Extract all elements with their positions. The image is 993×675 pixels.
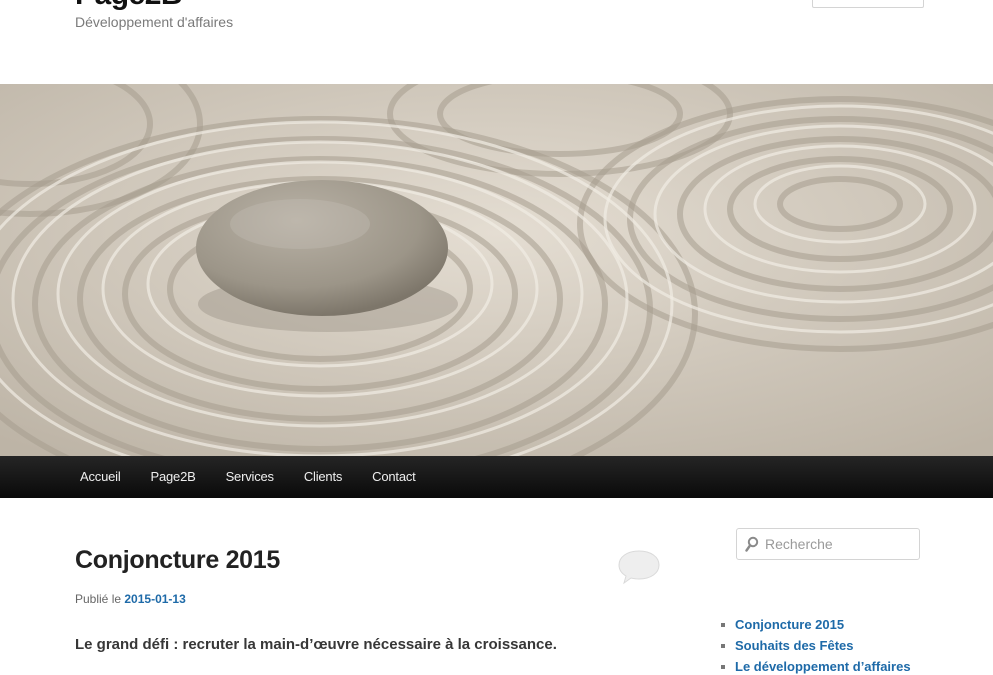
recent-post-link[interactable]: Conjoncture 2015 xyxy=(735,614,844,635)
search-placeholder: Recherche xyxy=(765,536,833,552)
list-item: Conjoncture 2015 xyxy=(721,614,911,635)
site-description: Développement d'affaires xyxy=(75,14,234,30)
zen-garden-illustration xyxy=(0,84,993,456)
post-title[interactable]: Conjoncture 2015 xyxy=(75,546,280,575)
site-title[interactable]: Page2B xyxy=(75,0,183,12)
post-meta: Publié le 2015-01-13 xyxy=(75,592,186,606)
sidebar-search-input[interactable]: Recherche xyxy=(736,528,920,560)
bullet-icon xyxy=(721,643,725,648)
nav-item-clients[interactable]: Clients xyxy=(289,456,357,498)
nav-item-services[interactable]: Services xyxy=(211,456,289,498)
post-meta-prefix: Publié le xyxy=(75,592,122,606)
header-search-input[interactable] xyxy=(812,0,924,8)
nav-item-accueil[interactable]: Accueil xyxy=(65,456,136,498)
comment-bubble-icon[interactable] xyxy=(616,548,662,591)
header-banner-image xyxy=(0,84,993,456)
list-item: Souhaits des Fêtes xyxy=(721,635,911,656)
main-navigation: Accueil Page2B Services Clients Contact xyxy=(0,456,993,498)
search-icon xyxy=(745,536,759,552)
bullet-icon xyxy=(721,622,725,627)
bullet-icon xyxy=(721,664,725,669)
recent-post-link[interactable]: Souhaits des Fêtes xyxy=(735,635,853,656)
post-date-link[interactable]: 2015-01-13 xyxy=(124,592,185,606)
post-lead-paragraph: Le grand défi : recruter la main-d’œuvre… xyxy=(75,636,557,653)
recent-posts-list: Conjoncture 2015 Souhaits des Fêtes Le d… xyxy=(721,614,911,675)
nav-item-page2b[interactable]: Page2B xyxy=(136,456,211,498)
recent-post-link[interactable]: Le développement d’affaires xyxy=(735,656,911,675)
list-item: Le développement d’affaires xyxy=(721,656,911,675)
nav-item-contact[interactable]: Contact xyxy=(357,456,430,498)
